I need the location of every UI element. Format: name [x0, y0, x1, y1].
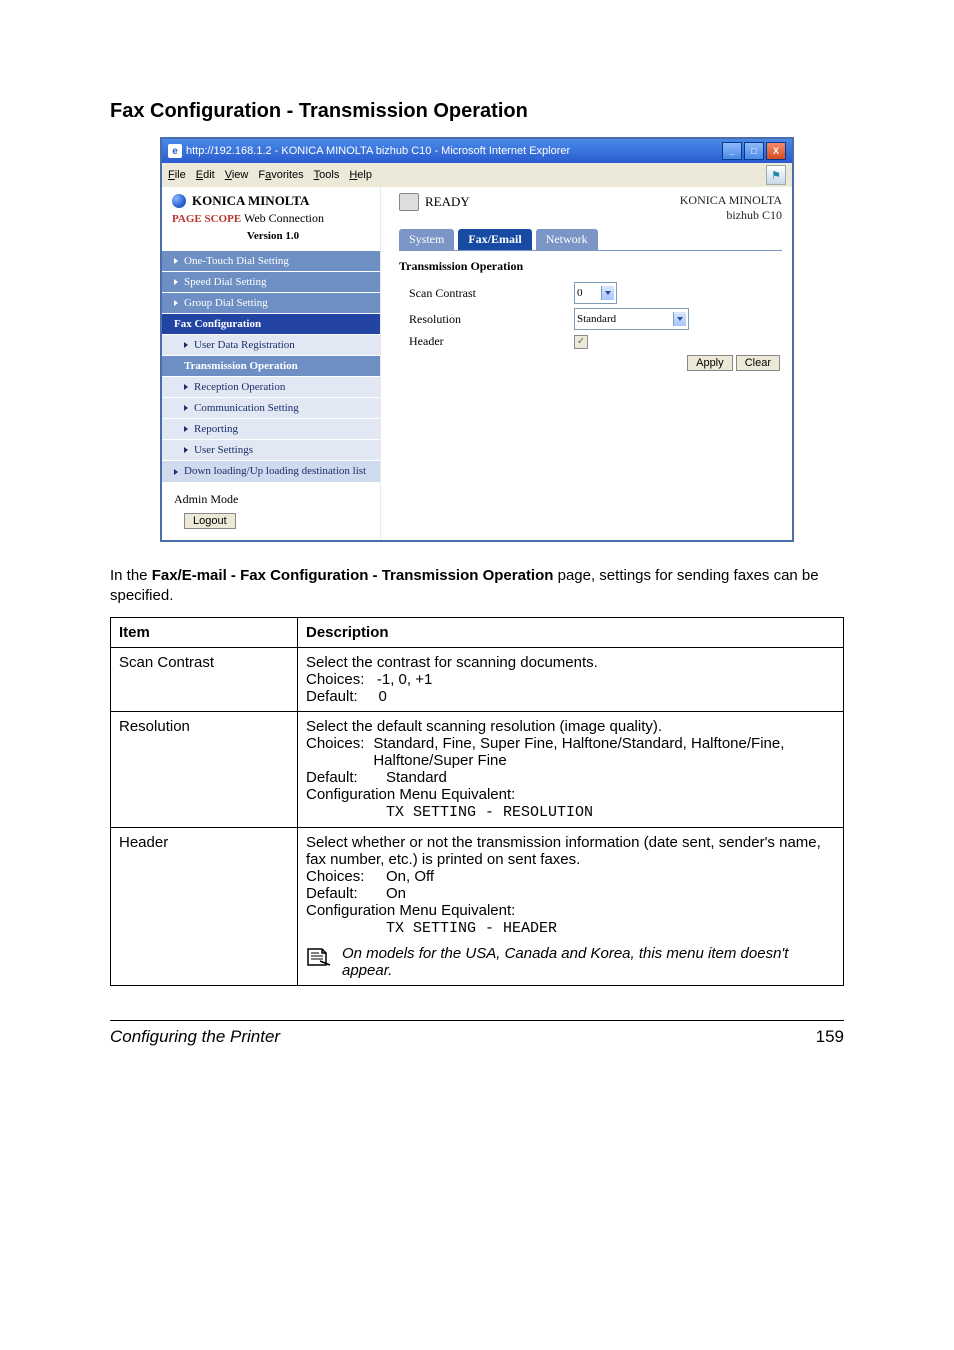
sidebar-item-transmission[interactable]: Transmission Operation [162, 355, 380, 376]
sidebar-item-label: Fax Configuration [174, 318, 261, 330]
sidebar-item-reporting[interactable]: Reporting [162, 418, 380, 439]
clear-button[interactable]: Clear [736, 355, 780, 371]
sidebar-item-usersettings[interactable]: User Settings [162, 439, 380, 460]
chevron-right-icon [184, 405, 188, 411]
menu-file[interactable]: File [168, 169, 186, 181]
sidebar-item-onetouch[interactable]: One-Touch Dial Setting [162, 250, 380, 271]
admin-mode-label: Admin Mode [174, 492, 380, 507]
ie-window: e http://192.168.1.2 - KONICA MINOLTA bi… [160, 137, 794, 542]
header-checkbox[interactable]: ✓ [574, 335, 588, 349]
window-close-button[interactable]: X [766, 142, 786, 160]
ie-title: http://192.168.1.2 - KONICA MINOLTA bizh… [186, 145, 570, 157]
brand-name: KONICA MINOLTA [192, 193, 309, 209]
model-name: bizhub C10 [680, 208, 782, 223]
menu-favorites[interactable]: Favorites [258, 169, 303, 181]
table-row: Scan Contrast Select the contrast for sc… [111, 647, 844, 711]
sidebar-item-label: Transmission Operation [184, 360, 298, 372]
ie-menubar: File Edit View Favorites Tools Help ⚑ [162, 163, 792, 187]
ie-throbber-icon: ⚑ [766, 165, 786, 185]
sidebar-item-label: Reception Operation [194, 381, 285, 393]
cell-desc: Select the contrast for scanning documen… [298, 647, 844, 711]
intro-text: In the Fax/E-mail - Fax Configuration - … [110, 566, 844, 607]
chevron-down-icon [601, 286, 614, 300]
scan-contrast-select[interactable]: 0 [574, 282, 617, 304]
sidebar-item-label: User Settings [194, 444, 253, 456]
tab-network[interactable]: Network [536, 229, 598, 250]
window-maximize-button[interactable]: □ [744, 142, 764, 160]
table-row: Header Select whether or not the transmi… [111, 827, 844, 985]
sidebar-item-group[interactable]: Group Dial Setting [162, 292, 380, 313]
select-value: Standard [577, 313, 667, 325]
section-title: Transmission Operation [399, 259, 782, 274]
note-text: On models for the USA, Canada and Korea,… [342, 945, 835, 979]
menu-tools[interactable]: Tools [314, 169, 340, 181]
sidebar-item-label: Speed Dial Setting [184, 276, 267, 288]
sidebar-item-label: Group Dial Setting [184, 297, 268, 309]
chevron-down-icon [673, 312, 686, 326]
description-table: Item Description Scan Contrast Select th… [110, 617, 844, 986]
table-header-item: Item [111, 617, 298, 647]
cell-desc: Select whether or not the transmission i… [298, 827, 844, 985]
window-minimize-button[interactable]: _ [722, 142, 742, 160]
sidebar-item-label: Communication Setting [194, 402, 299, 414]
cell-desc: Select the default scanning resolution (… [298, 711, 844, 827]
cell-item: Header [111, 827, 298, 985]
logout-button[interactable]: Logout [184, 513, 236, 529]
sidebar-item-userdata[interactable]: User Data Registration [162, 334, 380, 355]
chevron-right-icon [174, 279, 178, 285]
footer-page: 159 [816, 1027, 844, 1047]
sidebar-item-label: User Data Registration [194, 339, 295, 351]
footer-title: Configuring the Printer [110, 1027, 280, 1047]
page-heading: Fax Configuration - Transmission Operati… [110, 100, 844, 123]
chevron-right-icon [184, 342, 188, 348]
header-label: Header [399, 334, 574, 349]
menu-help[interactable]: Help [349, 169, 372, 181]
printer-status: READY [399, 193, 470, 211]
version-label: Version 1.0 [172, 226, 374, 248]
sidebar-item-reception[interactable]: Reception Operation [162, 376, 380, 397]
brand-logo: KONICA MINOLTA [172, 193, 374, 209]
table-header-desc: Description [298, 617, 844, 647]
chevron-right-icon [174, 469, 178, 475]
chevron-right-icon [174, 258, 178, 264]
sidebar-item-comm[interactable]: Communication Setting [162, 397, 380, 418]
menu-view[interactable]: View [225, 169, 249, 181]
chevron-right-icon [184, 384, 188, 390]
sidebar-item-speed[interactable]: Speed Dial Setting [162, 271, 380, 292]
brand-subtitle: PAGE SCOPE Web Connection [172, 211, 374, 226]
cell-item: Resolution [111, 711, 298, 827]
resolution-select[interactable]: Standard [574, 308, 689, 330]
printer-icon [399, 193, 419, 211]
ie-icon: e [168, 144, 182, 158]
chevron-right-icon [174, 300, 178, 306]
sidebar-item-label: Reporting [194, 423, 238, 435]
scan-contrast-label: Scan Contrast [399, 286, 574, 301]
tab-faxemail[interactable]: Fax/Email [458, 229, 531, 250]
chevron-right-icon [184, 426, 188, 432]
status-text: READY [425, 194, 470, 210]
table-row: Resolution Select the default scanning r… [111, 711, 844, 827]
tab-system[interactable]: System [399, 229, 454, 250]
sidebar-item-download[interactable]: Down loading/Up loading destination list [162, 460, 380, 482]
select-value: 0 [577, 287, 595, 299]
sidebar-item-label: Down loading/Up loading destination list [184, 465, 366, 478]
menu-edit[interactable]: Edit [196, 169, 215, 181]
chevron-right-icon [184, 447, 188, 453]
ie-titlebar: e http://192.168.1.2 - KONICA MINOLTA bi… [162, 139, 792, 163]
sidebar-item-label: One-Touch Dial Setting [184, 255, 289, 267]
brand-dot-icon [172, 194, 186, 208]
model-brand: KONICA MINOLTA [680, 193, 782, 208]
note-icon [306, 945, 332, 967]
sidebar-item-faxconfig[interactable]: Fax Configuration [162, 313, 380, 334]
cell-item: Scan Contrast [111, 647, 298, 711]
apply-button[interactable]: Apply [687, 355, 733, 371]
resolution-label: Resolution [399, 312, 574, 327]
